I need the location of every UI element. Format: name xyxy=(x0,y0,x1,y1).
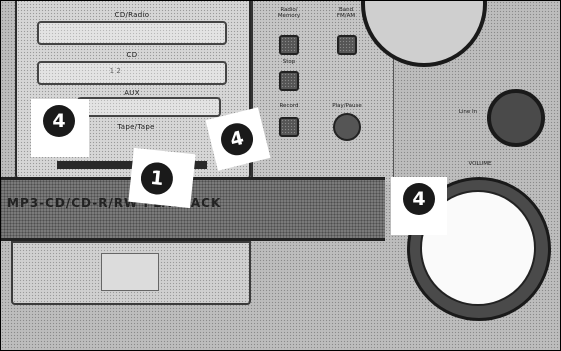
line-in-jack[interactable] xyxy=(487,89,545,147)
label-lower: AUX xyxy=(124,89,140,97)
play-pause-button[interactable] xyxy=(333,113,361,141)
label-bottom: Tape/Tape xyxy=(117,123,155,131)
callout-badge-4: 4 xyxy=(403,183,435,215)
stop-button[interactable] xyxy=(279,71,299,91)
btn3-label: Stop xyxy=(282,59,296,65)
cd-tray[interactable] xyxy=(11,241,251,305)
callout-tag-3: 1 xyxy=(128,147,196,209)
callout-tag-1: 4 xyxy=(31,99,89,157)
band-button[interactable] xyxy=(337,35,357,55)
slot-1 xyxy=(37,21,227,45)
callout-badge-1: 4 xyxy=(43,105,75,137)
slot-2: 1 2 xyxy=(37,61,227,85)
dial-label: VOLUME xyxy=(468,161,492,167)
playback-strip: MP3-CD/CD-R/RW PLAYBACK xyxy=(1,177,385,241)
tray-window xyxy=(101,253,159,291)
radio-memory-button[interactable] xyxy=(279,35,299,55)
btn1-label: Radio/ Memory xyxy=(277,7,301,19)
device-photo: CD/Radio CD 1 2 AUX Tape/Tape Radio/ Mem… xyxy=(0,0,561,351)
jack-label: Line In xyxy=(458,109,478,115)
label-mid: CD xyxy=(126,51,138,59)
callout-tag-4: 4 xyxy=(391,177,447,235)
btn5-label: Play/Pause xyxy=(332,103,362,109)
callout-badge-2: 4 xyxy=(217,119,257,159)
record-button[interactable] xyxy=(279,117,299,137)
label-top: CD/Radio xyxy=(114,11,150,19)
slot-3 xyxy=(77,97,221,117)
btn4-label: Record xyxy=(279,103,299,109)
callout-badge-3: 1 xyxy=(139,160,175,197)
btn2-label: Band FM/AM xyxy=(336,7,356,19)
